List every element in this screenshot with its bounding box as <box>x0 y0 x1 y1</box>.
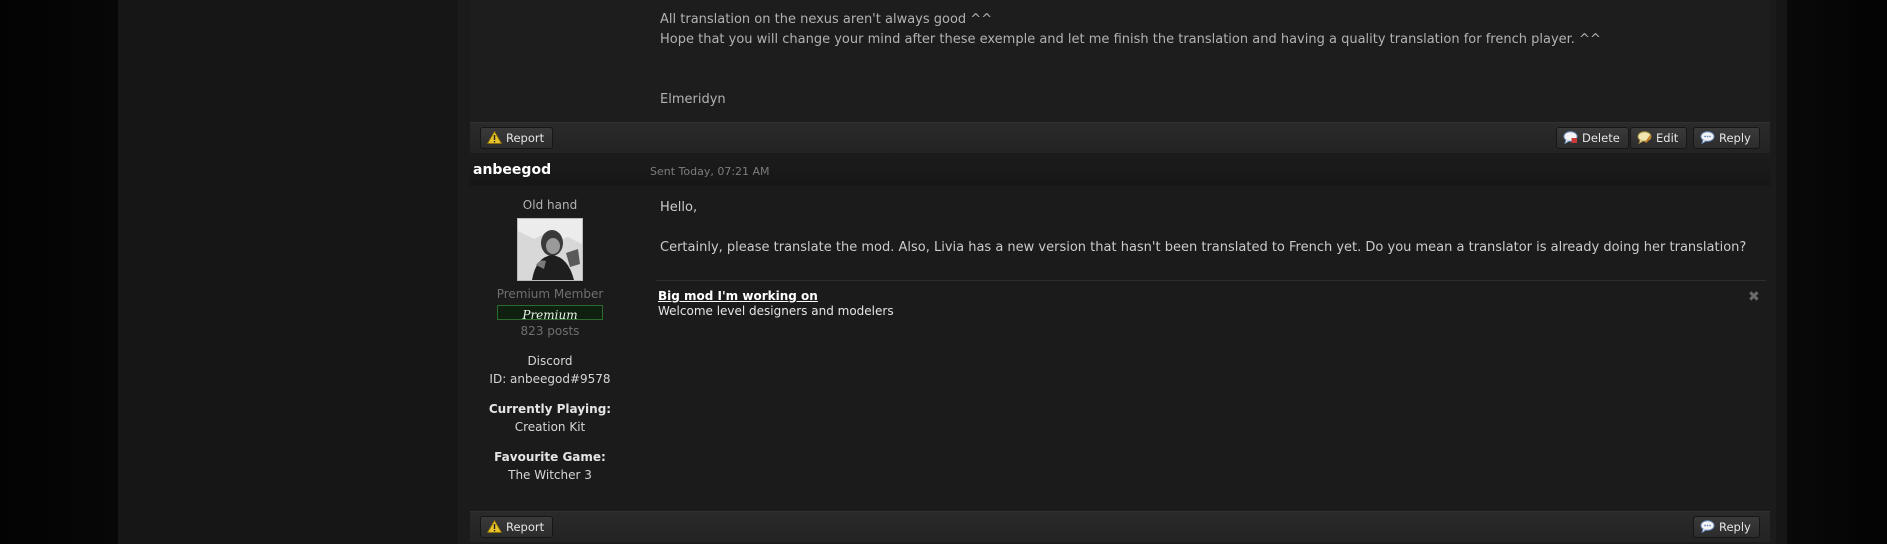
report-button[interactable]: Report <box>480 516 554 538</box>
avatar-image <box>518 219 582 280</box>
left-gutter <box>118 0 458 544</box>
speech-bubble-icon <box>1700 520 1715 533</box>
message-text: Certainly, please translate the mod. Als… <box>660 240 1747 255</box>
previous-message-body: All translation on the nexus aren't alwa… <box>660 10 1601 110</box>
discord-id: ID: anbeegod#9578 <box>489 372 611 386</box>
edit-button[interactable]: Edit <box>1630 127 1688 149</box>
signature-text: Welcome level designers and modelers <box>658 304 894 318</box>
message-body: Hello, Certainly, please translate the m… <box>660 198 1746 258</box>
message-signoff: Elmeridyn <box>660 92 726 107</box>
author-name[interactable]: anbeegod <box>473 162 551 178</box>
signature: Big mod I'm working on Welcome level des… <box>658 289 894 319</box>
sent-timestamp: Sent Today, 07:21 AM <box>650 165 770 178</box>
reply-label: Reply <box>1719 520 1751 534</box>
author-info-panel: Old hand Premium Member Premium 823 post… <box>470 186 630 512</box>
message-line: All translation on the nexus aren't alwa… <box>660 12 993 27</box>
report-button[interactable]: Report <box>480 127 554 149</box>
warning-icon <box>487 131 502 144</box>
discord-label: Discord <box>527 354 573 368</box>
page-shadow-left <box>0 0 118 544</box>
currently-playing-label: Currently Playing: <box>488 402 612 416</box>
message-greeting: Hello, <box>660 200 698 215</box>
signature-link[interactable]: Big mod I'm working on <box>658 289 894 304</box>
message-header: anbeegod Sent Today, 07:21 AM <box>470 155 1770 186</box>
reply-label: Reply <box>1719 131 1751 145</box>
premium-badge: Premium <box>497 305 603 322</box>
report-label: Report <box>506 131 545 145</box>
reply-button[interactable]: Reply <box>1693 516 1760 538</box>
favourite-game-value: The Witcher 3 <box>508 468 592 482</box>
edit-icon <box>1637 131 1652 144</box>
speech-bubble-icon <box>1700 131 1715 144</box>
right-gutter <box>1776 0 1787 544</box>
close-icon[interactable]: ✖ <box>1748 290 1760 304</box>
message-action-bar: Report Reply <box>470 511 1770 542</box>
user-rank: Old hand <box>522 198 578 212</box>
message-line: Hope that you will change your mind afte… <box>660 32 1601 47</box>
member-group: Premium Member <box>496 287 604 301</box>
favourite-game-label: Favourite Game: <box>494 450 606 464</box>
previous-message-action-bar: Report Delete Edit Reply <box>470 122 1770 153</box>
reply-button[interactable]: Reply <box>1693 127 1760 149</box>
post-count: 823 posts <box>520 324 580 338</box>
delete-label: Delete <box>1582 131 1620 145</box>
premium-badge-label: Premium <box>522 308 578 322</box>
report-label: Report <box>506 520 545 534</box>
edit-label: Edit <box>1656 131 1679 145</box>
page-shadow-right <box>1787 0 1887 544</box>
avatar[interactable] <box>517 218 583 281</box>
delete-button[interactable]: Delete <box>1556 127 1629 149</box>
speech-bubble-icon <box>1563 131 1578 144</box>
warning-icon <box>487 520 502 533</box>
signature-divider <box>656 280 1766 281</box>
currently-playing-value: Creation Kit <box>514 420 586 434</box>
